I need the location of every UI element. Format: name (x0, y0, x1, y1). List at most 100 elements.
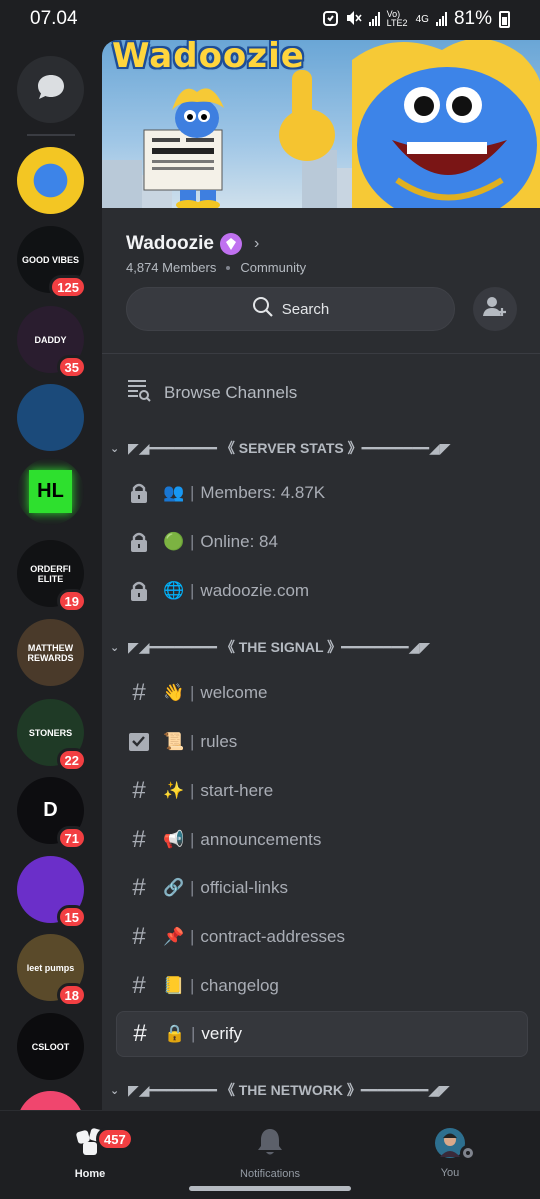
channel-separator: | (190, 927, 195, 946)
server-header[interactable]: Wadoozie › (126, 233, 259, 255)
channel-name: contract-addresses (200, 927, 345, 946)
chevron-right-icon: › (253, 235, 260, 252)
channel-name: welcome (200, 683, 268, 702)
add-user-icon (483, 296, 507, 323)
d-server[interactable]: D 71 (17, 777, 87, 850)
chevron-down-icon: ⌄ (110, 442, 120, 455)
lock-icon (126, 578, 152, 604)
server-icon-text: D (43, 799, 58, 821)
battery-icon (499, 10, 510, 28)
channel-separator: | (191, 1024, 196, 1043)
status-icon (460, 1145, 476, 1161)
direct-messages-button[interactable] (17, 56, 84, 123)
browse-channels-button[interactable]: Browse Channels (126, 378, 297, 407)
meta-dot (226, 265, 231, 270)
unread-badge: 71 (56, 826, 87, 850)
network-label: Vo) LTE2 (386, 9, 408, 28)
channel-start-here[interactable]: # ✨ | start-here (116, 768, 528, 814)
good-vibes-server[interactable]: GOOD VIBES 125 (17, 226, 87, 299)
avatar (434, 1127, 476, 1161)
channel-emoji: 🟢 (163, 532, 185, 551)
channel-verify[interactable]: # 🔒 | verify (116, 1011, 528, 1057)
matthew-rewards-server[interactable]: MATTHEW REWARDS (17, 619, 84, 686)
channel-wadoozie-com[interactable]: 🌐 | wadoozie.com (116, 568, 528, 614)
channel-emoji: 👋 (163, 683, 185, 702)
leet-pumps-server[interactable]: leet pumps 18 (17, 934, 87, 1007)
csloot-server[interactable]: CSLOOT (17, 1013, 84, 1080)
channel-separator: | (190, 483, 195, 502)
category-the-signal[interactable]: ⌄ ◤◢━━━━━━━━ 《 THE SIGNAL 》━━━━━━━━◢◤ (110, 637, 430, 657)
stoners-server[interactable]: STONERS 22 (17, 699, 87, 772)
data-saver-icon (322, 9, 338, 29)
home-indicator[interactable] (189, 1186, 351, 1191)
chevron-down-icon: ⌄ (110, 1084, 120, 1097)
channel-name: start-here (200, 781, 274, 800)
channel-welcome[interactable]: # 👋 | welcome (116, 670, 528, 716)
channel-members-4-87k[interactable]: 👥 | Members: 4.87K (116, 470, 528, 516)
status-icons: Vo) LTE2 4G 81% (322, 8, 510, 30)
channel-name: Online: 84 (200, 532, 278, 551)
signal-2-icon (435, 12, 447, 26)
channel-announcements[interactable]: # 📢 | announcements (116, 817, 528, 863)
nav-notifications[interactable]: Notifications (210, 1127, 330, 1180)
server-icon-text: CSLOOT (31, 1041, 70, 1052)
server-banner: Wadoozie (102, 40, 540, 208)
category-label: ◤◢━━━━━━━━ 《 THE SIGNAL 》━━━━━━━━◢◤ (128, 639, 431, 655)
invite-members-button[interactable] (473, 287, 517, 331)
server-icon (17, 1091, 84, 1110)
daddy-server[interactable]: DADDY 35 (17, 306, 87, 379)
browse-channels-label: Browse Channels (164, 382, 298, 402)
channel-name: official-links (200, 878, 288, 897)
server-icon-text: DADDY (34, 334, 67, 345)
nav-you-label: You (440, 1167, 460, 1179)
channel-name: rules (200, 732, 238, 751)
hl-server[interactable]: HL (17, 458, 84, 525)
category-server-stats[interactable]: ⌄ ◤◢━━━━━━━━ 《 SERVER STATS 》━━━━━━━━◢◤ (110, 438, 451, 458)
channel-separator: | (190, 878, 195, 897)
category-label: ◤◢━━━━━━━━ 《 THE NETWORK 》━━━━━━━━◢◤ (128, 1082, 450, 1098)
unread-badge: 18 (56, 983, 87, 1007)
home-badge: 457 (96, 1127, 134, 1151)
chevron-down-icon: ⌄ (110, 641, 120, 654)
hashtag-icon: # (132, 826, 146, 853)
channel-separator: | (190, 830, 195, 849)
wadoozie-server[interactable] (17, 147, 84, 214)
boost-badge-icon (219, 233, 242, 255)
unread-badge: 125 (49, 275, 87, 299)
cat-server[interactable]: 15 (17, 856, 87, 929)
search-button[interactable]: Search (126, 287, 455, 331)
top-hat-server[interactable] (17, 384, 84, 451)
channel-emoji: 📢 (163, 830, 185, 849)
channel-emoji: 🔒 (164, 1024, 186, 1043)
nav-home-label: Home (74, 1168, 106, 1180)
channel-emoji: 🔗 (163, 878, 185, 897)
orderfi-server[interactable]: ORDERFI ELITE 19 (17, 540, 87, 613)
pink-server[interactable] (17, 1091, 84, 1110)
search-label: Search (281, 300, 330, 318)
channel-contract-addresses[interactable]: # 📌 | contract-addresses (116, 914, 528, 960)
server-icon-text: GOOD VIBES (21, 254, 79, 265)
clock: 07.04 (30, 8, 78, 29)
channel-rules[interactable]: 📜 | rules (116, 719, 528, 765)
channel-official-links[interactable]: # 🔗 | official-links (116, 865, 528, 911)
channel-online-84[interactable]: 🟢 | Online: 84 (116, 519, 528, 565)
server-icon: MATTHEW REWARDS (17, 619, 84, 686)
search-icon (252, 296, 274, 322)
hashtag-icon: # (132, 679, 146, 706)
browse-channels-icon (126, 378, 152, 407)
nav-you[interactable]: You (390, 1127, 510, 1179)
channel-separator: | (190, 732, 195, 751)
status-bar: 07.04 Vo) LTE2 4G 81% (0, 0, 540, 38)
channel-separator: | (190, 581, 195, 600)
server-type: Community (240, 260, 307, 275)
network-type: 4G (415, 13, 429, 25)
channel-emoji: ✨ (163, 781, 185, 800)
server-panel: Wadoozie Wadoozie › 4,874 Members Commun… (102, 40, 540, 1110)
channel-emoji: 📌 (163, 927, 185, 946)
category-the-network[interactable]: ⌄ ◤◢━━━━━━━━ 《 THE NETWORK 》━━━━━━━━◢◤ (110, 1080, 450, 1100)
server-rail: GOOD VIBES 125 DADDY 35 HL ORDERFI ELITE 19 MAT… (0, 38, 102, 1110)
server-name: Wadoozie (126, 233, 214, 254)
channel-changelog[interactable]: # 📒 | changelog (116, 963, 528, 1009)
unread-badge: 15 (56, 905, 87, 929)
rules-channel-icon (126, 729, 152, 755)
